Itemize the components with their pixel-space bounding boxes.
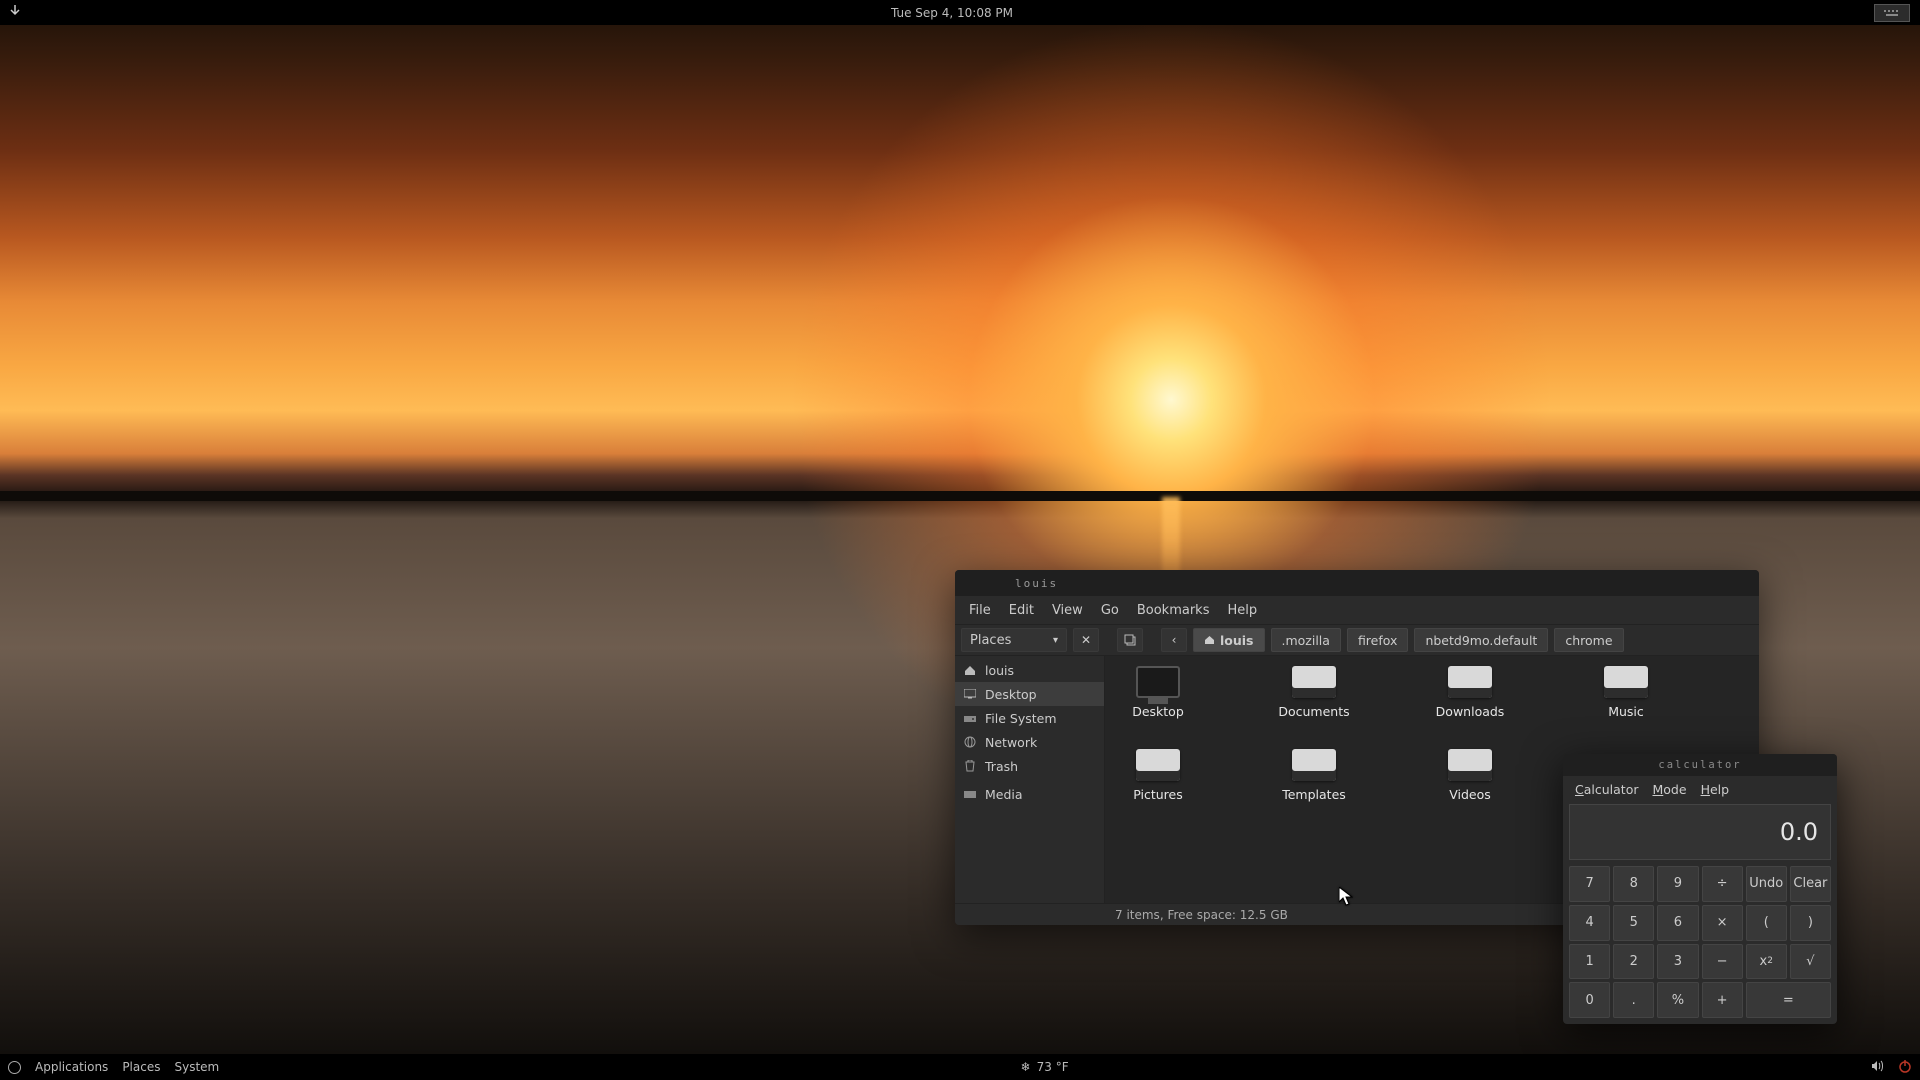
sidebar-item-network[interactable]: Network (955, 730, 1104, 754)
window-title[interactable]: calculator (1563, 754, 1837, 776)
calc-btn-undo[interactable]: Undo (1746, 866, 1787, 902)
path-segment[interactable]: firefox (1347, 628, 1409, 652)
calc-btn-sqrt[interactable]: √ (1790, 944, 1831, 980)
applications-launcher-icon[interactable] (8, 1061, 21, 1074)
sidebar-item-trash[interactable]: Trash (955, 754, 1104, 778)
download-arrow-icon[interactable] (0, 5, 30, 20)
top-panel: Tue Sep 4, 10:08 PM (0, 0, 1920, 25)
folder-icon (1448, 749, 1492, 781)
calc-btn-divide[interactable]: ÷ (1702, 866, 1743, 902)
power-icon[interactable] (1898, 1059, 1912, 1076)
calculator-keypad: 7 8 9 ÷ Undo Clear 4 5 6 × ( ) 1 2 3 − x… (1563, 866, 1837, 1024)
home-icon (1204, 633, 1215, 648)
folder-icon (1604, 666, 1648, 698)
calc-btn-0[interactable]: 0 (1569, 982, 1610, 1018)
folder-icon (1292, 666, 1336, 698)
menu-calculator[interactable]: Calculator (1569, 780, 1644, 799)
weather-applet[interactable]: ❄ 73 °F (1021, 1060, 1069, 1074)
wallpaper-horizon (0, 491, 1920, 501)
calc-btn-square[interactable]: x2 (1746, 944, 1787, 980)
calc-btn-lparen[interactable]: ( (1746, 905, 1787, 941)
folder-templates[interactable]: Templates (1271, 749, 1357, 802)
calc-btn-multiply[interactable]: × (1702, 905, 1743, 941)
file-manager-menubar: File Edit View Go Bookmarks Help (955, 596, 1759, 624)
path-segment-home[interactable]: louis (1193, 628, 1265, 652)
calc-btn-dot[interactable]: . (1613, 982, 1654, 1018)
desktop-icon (963, 687, 977, 701)
path-segment[interactable]: nbetd9mo.default (1414, 628, 1548, 652)
folder-icon (1448, 666, 1492, 698)
window-title[interactable]: louis (955, 570, 1759, 596)
calc-btn-5[interactable]: 5 (1613, 905, 1654, 941)
path-segment-label: louis (1220, 633, 1254, 648)
new-tab-icon[interactable] (1117, 628, 1143, 652)
desktop-folder-icon (1136, 666, 1180, 698)
home-icon (963, 663, 977, 677)
trash-icon (963, 759, 977, 773)
sidebar-item-home[interactable]: louis (955, 658, 1104, 682)
folder-icon (1292, 749, 1336, 781)
folder-downloads[interactable]: Downloads (1427, 666, 1513, 719)
mouse-cursor-icon (1339, 887, 1353, 907)
menu-help[interactable]: Help (1695, 780, 1736, 799)
path-segment[interactable]: .mozilla (1271, 628, 1341, 652)
menu-mode[interactable]: Mode (1646, 780, 1692, 799)
bottom-panel: Applications Places System ❄ 73 °F (0, 1054, 1920, 1080)
drive-icon (963, 711, 977, 725)
applications-menu[interactable]: Applications (35, 1060, 108, 1074)
path-segment[interactable]: chrome (1554, 628, 1623, 652)
temperature-label: 73 °F (1037, 1060, 1069, 1074)
sidebar-item-desktop[interactable]: Desktop (955, 682, 1104, 706)
calc-btn-6[interactable]: 6 (1657, 905, 1698, 941)
calc-btn-3[interactable]: 3 (1657, 944, 1698, 980)
sidebar-item-filesystem[interactable]: File System (955, 706, 1104, 730)
keyboard-indicator-icon[interactable] (1874, 4, 1910, 22)
folder-icon (1136, 749, 1180, 781)
calc-btn-percent[interactable]: % (1657, 982, 1698, 1018)
folder-music[interactable]: Music (1583, 666, 1669, 719)
folder-videos[interactable]: Videos (1427, 749, 1513, 802)
calc-btn-plus[interactable]: + (1702, 982, 1743, 1018)
system-menu[interactable]: System (174, 1060, 219, 1074)
folder-pictures[interactable]: Pictures (1115, 749, 1201, 802)
calculator-window[interactable]: calculator Calculator Mode Help 0.0 7 8 … (1563, 754, 1837, 1024)
menu-go[interactable]: Go (1093, 600, 1127, 621)
volume-icon[interactable] (1870, 1059, 1884, 1076)
sidebar-item-media[interactable]: Media (955, 782, 1104, 806)
nav-back-icon[interactable]: ‹ (1161, 628, 1187, 652)
menu-bookmarks[interactable]: Bookmarks (1129, 600, 1218, 621)
chevron-down-icon: ▾ (1053, 635, 1058, 646)
clock[interactable]: Tue Sep 4, 10:08 PM (30, 6, 1874, 20)
menu-file[interactable]: File (961, 600, 999, 621)
network-icon (963, 735, 977, 749)
places-menu[interactable]: Places (122, 1060, 160, 1074)
file-manager-toolbar: Places ▾ ✕ ‹ louis .mozilla firefox nbet… (955, 624, 1759, 656)
menu-view[interactable]: View (1044, 600, 1091, 621)
folder-desktop[interactable]: Desktop (1115, 666, 1201, 719)
menu-edit[interactable]: Edit (1001, 600, 1042, 621)
calc-btn-clear[interactable]: Clear (1790, 866, 1831, 902)
calc-btn-minus[interactable]: − (1702, 944, 1743, 980)
calc-btn-7[interactable]: 7 (1569, 866, 1610, 902)
calc-btn-2[interactable]: 2 (1613, 944, 1654, 980)
calc-btn-rparen[interactable]: ) (1790, 905, 1831, 941)
calc-btn-4[interactable]: 4 (1569, 905, 1610, 941)
calc-btn-9[interactable]: 9 (1657, 866, 1698, 902)
calculator-display: 0.0 (1569, 804, 1831, 860)
calc-btn-8[interactable]: 8 (1613, 866, 1654, 902)
calc-btn-1[interactable]: 1 (1569, 944, 1610, 980)
calculator-menubar: Calculator Mode Help (1563, 776, 1837, 802)
folder-documents[interactable]: Documents (1271, 666, 1357, 719)
places-label: Places (970, 633, 1011, 648)
system-tray (1874, 4, 1920, 22)
close-sidebar-icon[interactable]: ✕ (1073, 628, 1099, 652)
menu-help[interactable]: Help (1219, 600, 1265, 621)
calc-btn-equals[interactable]: = (1746, 982, 1831, 1018)
weather-icon: ❄ (1021, 1060, 1031, 1074)
file-manager-sidebar: louis Desktop File System Network Trash (955, 656, 1105, 903)
places-dropdown[interactable]: Places ▾ (961, 628, 1067, 652)
media-icon (963, 787, 977, 801)
